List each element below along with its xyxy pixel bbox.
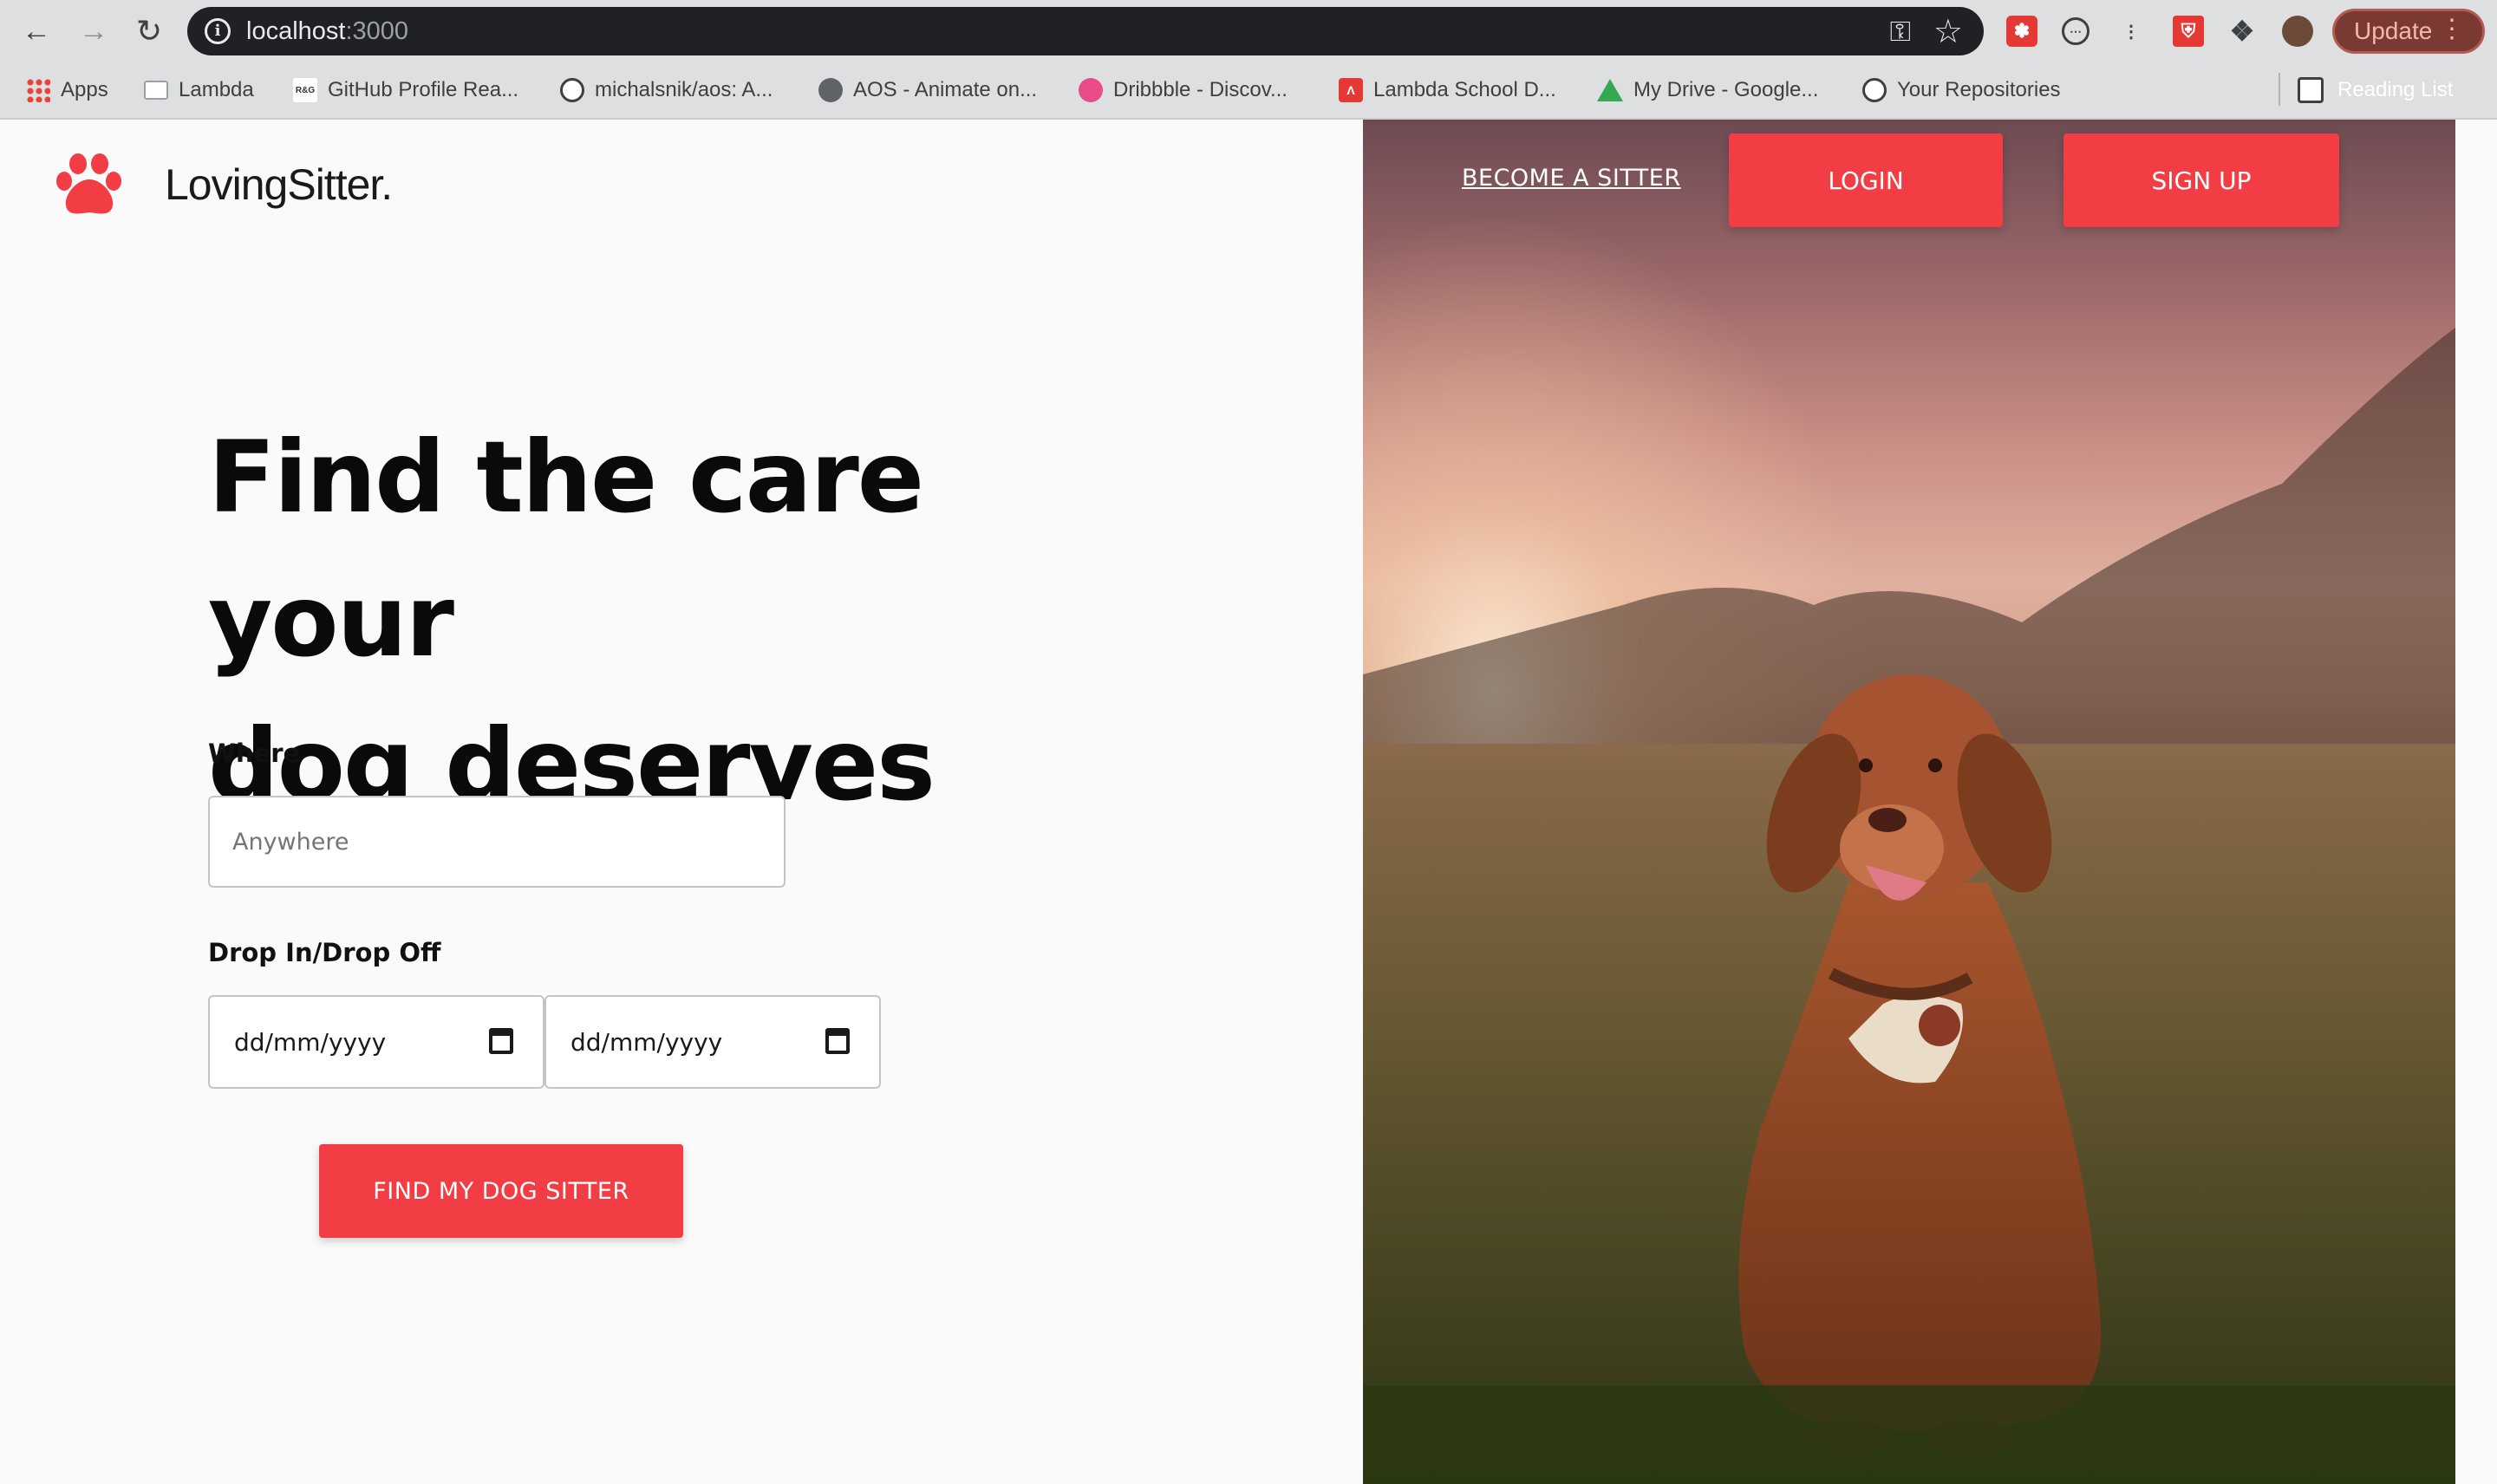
extension-circle-icon[interactable]: ⋯ xyxy=(2062,17,2090,45)
github-icon xyxy=(1862,78,1887,102)
back-arrow-icon[interactable]: ← xyxy=(17,12,55,50)
dates-label: Drop In/Drop Off xyxy=(208,938,441,967)
bookmark-label: Your Repositories xyxy=(1897,78,2061,101)
bookmarks-bar: Apps Lambda R&G GitHub Profile Rea... mi… xyxy=(0,69,2497,111)
apps-grid-icon xyxy=(26,78,50,102)
bookmark-aos-site[interactable]: AOS - Animate on... xyxy=(818,75,1037,106)
github-icon xyxy=(560,78,584,102)
bookmark-lambda-folder[interactable]: Lambda xyxy=(144,75,254,106)
extension-shield-icon[interactable]: ⛨ xyxy=(2173,16,2204,47)
update-label: Update xyxy=(2354,17,2433,44)
extension-dots-icon[interactable]: ⋮ xyxy=(2116,16,2147,47)
browser-toolbar: ← → ↻ i localhost:3000 ⚿ ☆ ✽ ⋯ ⋮ ⛨ ❖ Upd… xyxy=(0,0,2497,62)
drop-in-date-input[interactable]: dd/mm/yyyy xyxy=(208,995,544,1089)
bookmark-star-icon[interactable]: ☆ xyxy=(1933,12,1963,51)
where-input[interactable] xyxy=(208,796,786,888)
dog-in-field-image xyxy=(1363,120,2455,1484)
calendar-icon[interactable] xyxy=(489,1028,513,1054)
update-button[interactable]: Update ⋮ xyxy=(2332,9,2485,54)
site-info-icon[interactable]: i xyxy=(205,18,231,44)
drop-off-date-text: dd/mm/yyyy xyxy=(570,1028,723,1057)
reading-list-button[interactable]: Reading List xyxy=(2298,75,2453,106)
brand-logo[interactable]: LovingSitter. xyxy=(52,146,393,224)
reading-list-label: Reading List xyxy=(2337,78,2454,101)
drop-in-date-text: dd/mm/yyyy xyxy=(234,1028,387,1057)
headline-line-1: Find the care your xyxy=(208,420,924,679)
hero-dog-photo xyxy=(1363,120,2455,1484)
signup-button[interactable]: SIGN UP xyxy=(2063,133,2339,227)
rg-icon: R&G xyxy=(293,78,317,102)
address-url[interactable]: localhost:3000 xyxy=(246,17,408,46)
bookmark-google-drive[interactable]: My Drive - Google... xyxy=(1597,75,1818,106)
bookmark-label: GitHub Profile Rea... xyxy=(328,78,519,101)
forward-arrow-icon[interactable]: → xyxy=(75,12,113,50)
bookmark-label: Dribbble - Discov... xyxy=(1113,78,1288,101)
bookmark-label: michalsnik/aos: A... xyxy=(595,78,773,101)
browser-chrome: ← → ↻ i localhost:3000 ⚿ ☆ ✽ ⋯ ⋮ ⛨ ❖ Upd… xyxy=(0,0,2497,120)
bookmark-label: AOS - Animate on... xyxy=(853,78,1038,101)
url-port: :3000 xyxy=(345,17,409,45)
profile-avatar-icon[interactable] xyxy=(2282,16,2313,47)
key-icon[interactable]: ⚿ xyxy=(1890,16,1911,49)
page-scrollbar-gutter xyxy=(2455,120,2497,1484)
drop-off-date-input[interactable]: dd/mm/yyyy xyxy=(544,995,881,1089)
reading-list-icon xyxy=(2298,77,2324,103)
bookmark-lambda-school[interactable]: Λ Lambda School D... xyxy=(1339,75,1556,106)
extension-red-icon[interactable]: ✽ xyxy=(2006,16,2037,47)
reload-icon[interactable]: ↻ xyxy=(130,12,168,50)
lambda-icon: Λ xyxy=(1339,78,1363,102)
menu-kebab-icon: ⋮ xyxy=(2439,15,2465,43)
brand-name: LovingSitter. xyxy=(165,160,393,209)
bookmark-aos-repo[interactable]: michalsnik/aos: A... xyxy=(560,75,773,106)
bookmark-label: Lambda School D... xyxy=(1373,78,1556,101)
folder-icon xyxy=(144,81,168,100)
landing-page: LovingSitter. Find the care your dog des… xyxy=(0,120,2497,1484)
bookmarks-divider xyxy=(2279,73,2280,106)
globe-icon xyxy=(818,78,843,102)
dribbble-icon xyxy=(1079,78,1103,102)
bookmark-dribbble[interactable]: Dribbble - Discov... xyxy=(1079,75,1288,106)
bookmark-label: Apps xyxy=(61,78,108,101)
address-bar[interactable]: i localhost:3000 ⚿ ☆ xyxy=(187,7,1984,55)
url-host: localhost xyxy=(246,17,346,45)
become-sitter-link[interactable]: BECOME A SITTER xyxy=(1462,165,1681,192)
left-panel: LovingSitter. Find the care your dog des… xyxy=(0,120,1363,1484)
calendar-icon[interactable] xyxy=(825,1028,850,1054)
bookmark-github-profile[interactable]: R&G GitHub Profile Rea... xyxy=(293,75,518,106)
login-button[interactable]: LOGIN xyxy=(1729,133,2003,227)
paw-icon xyxy=(56,153,121,214)
bookmark-apps[interactable]: Apps xyxy=(26,75,108,106)
hero-headline: Find the care your dog deserves xyxy=(208,406,1162,837)
bookmark-your-repositories[interactable]: Your Repositories xyxy=(1862,75,2061,106)
bookmark-label: Lambda xyxy=(179,78,254,101)
extensions-puzzle-icon[interactable]: ❖ xyxy=(2226,16,2258,47)
bookmark-label: My Drive - Google... xyxy=(1633,78,1819,101)
find-dog-sitter-button[interactable]: FIND MY DOG SITTER xyxy=(319,1144,683,1238)
google-drive-icon xyxy=(1597,79,1623,101)
where-label: Where xyxy=(208,739,301,768)
